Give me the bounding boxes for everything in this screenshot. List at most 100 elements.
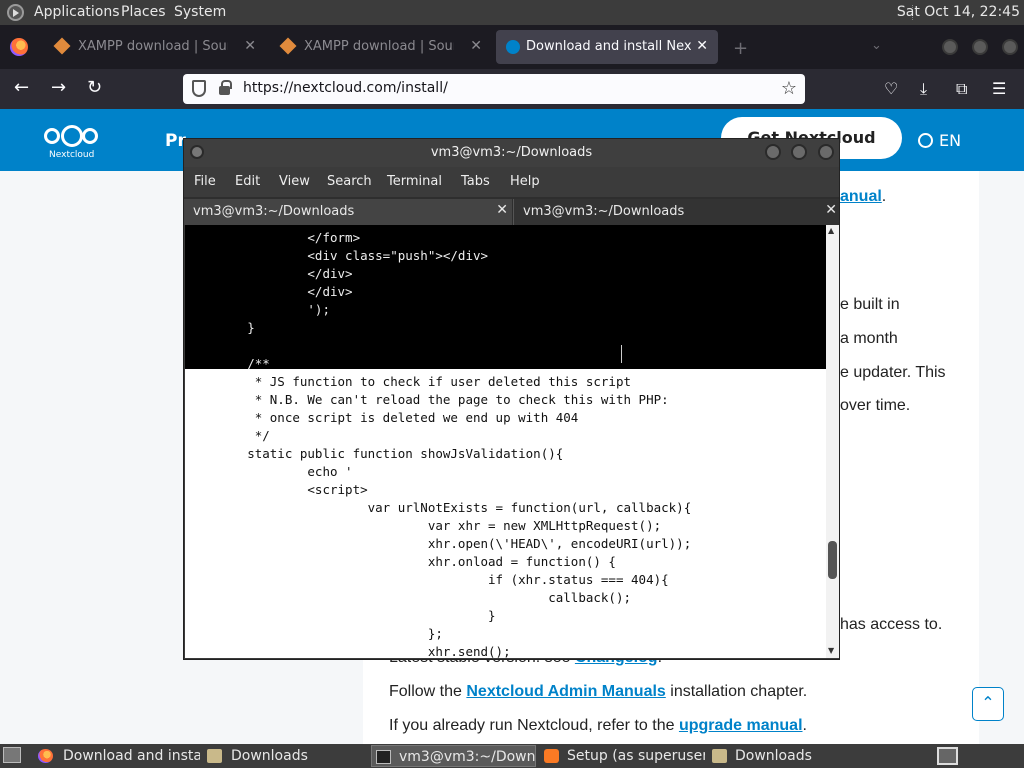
terminal-line: echo ' bbox=[187, 464, 353, 479]
taskbar-item-downloads-2[interactable]: Downloads bbox=[708, 745, 868, 767]
browser-tab-strip: XAMPP download | Sourc ✕ XAMPP download … bbox=[0, 25, 1024, 69]
terminal-tab-label: vm3@vm3:~/Downloads bbox=[523, 204, 685, 219]
browser-tab-xampp-1[interactable]: XAMPP download | Sourc ✕ bbox=[44, 30, 266, 64]
close-icon[interactable]: ✕ bbox=[696, 38, 708, 54]
terminal-tab-1[interactable]: vm3@vm3:~/Downloads ✕ bbox=[184, 199, 512, 225]
menu-edit[interactable]: Edit bbox=[235, 174, 260, 189]
close-icon[interactable]: ✕ bbox=[496, 202, 508, 218]
terminal-line: /** bbox=[187, 356, 270, 371]
scroll-down-icon[interactable]: ▼ bbox=[828, 646, 834, 655]
follow-manuals-text: Follow the Nextcloud Admin Manuals insta… bbox=[389, 683, 808, 700]
terminal-line: </form> bbox=[187, 230, 361, 245]
top-panel: Applications Places System Sat Oct 14, 2… bbox=[0, 0, 1024, 25]
minimize-button[interactable] bbox=[942, 39, 958, 55]
reload-icon[interactable]: ↻ bbox=[87, 77, 102, 98]
admin-manuals-link[interactable]: Nextcloud Admin Manuals bbox=[466, 683, 665, 700]
terminal-line: </div> bbox=[187, 284, 353, 299]
xampp-icon bbox=[53, 37, 71, 55]
terminal-line: </div> bbox=[187, 266, 353, 281]
taskbar-item-firefox[interactable]: Download and insta... bbox=[34, 745, 200, 767]
text-fragment: e updater. This bbox=[840, 364, 946, 381]
url-text[interactable]: https://nextcloud.com/install/ bbox=[243, 80, 448, 96]
menu-system[interactable]: System bbox=[174, 4, 226, 20]
taskbar-item-downloads-1[interactable]: Downloads bbox=[203, 745, 363, 767]
new-tab-button[interactable]: + bbox=[733, 38, 748, 59]
text-fragment: e built in bbox=[840, 296, 900, 313]
url-bar[interactable]: https://nextcloud.com/install/ ☆ bbox=[183, 74, 805, 104]
terminal-line: * once script is deleted we end up with … bbox=[187, 410, 579, 425]
terminal-scrollbar[interactable]: ▲ ▼ bbox=[826, 225, 839, 658]
chevron-up-icon[interactable]: ⌃ bbox=[972, 687, 1004, 721]
menu-help[interactable]: Help bbox=[510, 174, 540, 189]
menu-file[interactable]: File bbox=[194, 174, 216, 189]
close-icon[interactable]: ✕ bbox=[825, 202, 837, 218]
show-desktop-icon[interactable] bbox=[3, 747, 21, 763]
scroll-up-icon[interactable]: ▲ bbox=[828, 226, 834, 235]
text-fragment[interactable]: anual. bbox=[840, 188, 886, 206]
terminal-line: } bbox=[187, 608, 496, 623]
close-window-button[interactable] bbox=[818, 144, 834, 160]
terminal-tab-label: vm3@vm3:~/Downloads bbox=[193, 204, 355, 219]
terminal-line: * JS function to check if user deleted t… bbox=[187, 374, 632, 389]
taskbar-label: Downloads bbox=[735, 748, 812, 764]
clock[interactable]: Sat Oct 14, 22:45 bbox=[897, 4, 1020, 20]
download-icon[interactable]: ⤓ bbox=[920, 79, 927, 99]
menu-applications[interactable]: Applications bbox=[34, 4, 120, 20]
tab-label: Download and install Nextcl bbox=[526, 39, 691, 54]
folder-icon bbox=[207, 749, 222, 763]
maximize-button[interactable] bbox=[972, 39, 988, 55]
terminal-line: var urlNotExists = function(url, callbac… bbox=[187, 500, 692, 515]
hamburger-menu-icon[interactable]: ☰ bbox=[992, 79, 1006, 98]
upgrade-manual-link[interactable]: upgrade manual bbox=[679, 717, 803, 734]
navigation-toolbar: ← → ↻ https://nextcloud.com/install/ ☆ ♡… bbox=[0, 69, 1024, 109]
workspace-switcher[interactable] bbox=[937, 747, 958, 765]
taskbar-item-terminal[interactable]: vm3@vm3:~/Downl... bbox=[371, 745, 536, 767]
lock-icon[interactable] bbox=[219, 80, 232, 95]
text-fragment: a month bbox=[840, 330, 898, 347]
language-label: EN bbox=[939, 131, 962, 150]
shield-icon[interactable] bbox=[192, 80, 206, 97]
upgrade-text: If you already run Nextcloud, refer to t… bbox=[389, 717, 807, 734]
terminal-window: vm3@vm3:~/Downloads File Edit View Searc… bbox=[183, 138, 840, 660]
terminal-line: */ bbox=[187, 428, 270, 443]
back-arrow-icon[interactable]: ← bbox=[14, 77, 29, 98]
terminal-menubar: File Edit View Search Terminal Tabs Help bbox=[184, 167, 839, 197]
firefox-view-icon[interactable] bbox=[10, 38, 28, 56]
xampp-icon bbox=[544, 749, 559, 763]
menu-view[interactable]: View bbox=[279, 174, 310, 189]
forward-arrow-icon[interactable]: → bbox=[51, 77, 66, 98]
terminal-line: * N.B. We can't reload the page to check… bbox=[187, 392, 669, 407]
close-window-button[interactable] bbox=[1002, 39, 1018, 55]
browser-tab-nextcloud[interactable]: Download and install Nextcl ✕ bbox=[496, 30, 718, 64]
star-icon[interactable]: ☆ bbox=[781, 78, 797, 99]
minimize-button[interactable] bbox=[765, 144, 781, 160]
close-icon[interactable]: ✕ bbox=[470, 38, 482, 54]
menu-places[interactable]: Places bbox=[121, 4, 166, 20]
maximize-button[interactable] bbox=[791, 144, 807, 160]
menu-terminal[interactable]: Terminal bbox=[387, 174, 442, 189]
browser-tab-xampp-2[interactable]: XAMPP download | Sour ✕ bbox=[270, 30, 492, 64]
terminal-tab-2[interactable]: vm3@vm3:~/Downloads ✕ bbox=[513, 199, 839, 225]
close-icon[interactable]: ✕ bbox=[244, 38, 256, 54]
extensions-icon[interactable]: ⧉ bbox=[956, 79, 967, 99]
applications-icon[interactable] bbox=[7, 4, 24, 21]
terminal-line: callback(); bbox=[187, 590, 632, 605]
bottom-taskbar: Download and insta... Downloads vm3@vm3:… bbox=[0, 744, 1024, 768]
nextcloud-logo-icon[interactable] bbox=[44, 125, 100, 147]
menu-search[interactable]: Search bbox=[327, 174, 372, 189]
terminal-line: xhr.send(); bbox=[187, 644, 511, 658]
pocket-icon[interactable]: ♡ bbox=[884, 79, 898, 98]
terminal-output[interactable]: </form> <div class="push"></div> </div> … bbox=[185, 225, 826, 658]
chevron-down-icon[interactable]: ⌄ bbox=[871, 38, 882, 53]
text-cursor-icon bbox=[621, 345, 623, 363]
terminal-tab-bar: vm3@vm3:~/Downloads ✕ vm3@vm3:~/Download… bbox=[184, 197, 839, 225]
terminal-line: static public function showJsValidation(… bbox=[187, 446, 564, 461]
scrollbar-thumb[interactable] bbox=[828, 541, 837, 579]
firefox-icon bbox=[38, 749, 53, 763]
terminal-title: vm3@vm3:~/Downloads bbox=[430, 145, 593, 160]
terminal-titlebar[interactable]: vm3@vm3:~/Downloads bbox=[184, 139, 839, 167]
language-selector[interactable]: EN bbox=[918, 131, 961, 150]
taskbar-item-xampp-setup[interactable]: Setup (as superuser) bbox=[540, 745, 705, 767]
menu-tabs[interactable]: Tabs bbox=[461, 174, 490, 189]
